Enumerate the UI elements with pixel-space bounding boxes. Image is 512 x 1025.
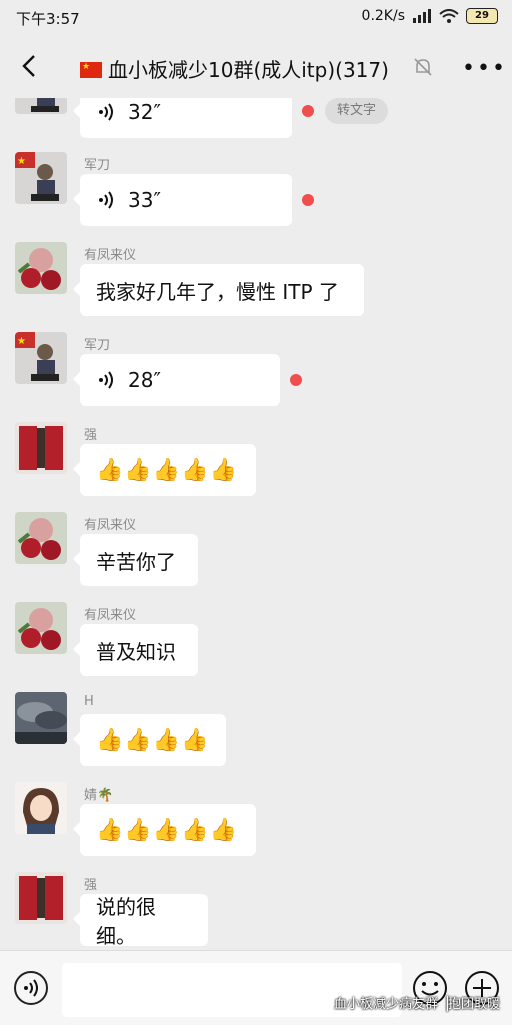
voice-duration: 33″ xyxy=(128,188,161,212)
signal-icon xyxy=(413,9,431,23)
soldier-avatar[interactable] xyxy=(15,98,67,114)
soldier-avatar[interactable]: ★ xyxy=(15,152,67,204)
sender-name: 有凤来仪 xyxy=(84,248,137,263)
status-indicators: 0.2K/s 29 xyxy=(362,8,498,24)
status-time: 下午3:57 xyxy=(16,10,80,28)
svg-text:★: ★ xyxy=(17,156,26,167)
message-text: 👍👍👍👍👍 xyxy=(96,457,238,483)
cloud-avatar[interactable] xyxy=(15,692,67,744)
text-message-bubble[interactable]: 👍👍👍👍👍 xyxy=(73,444,256,496)
status-bar: 下午3:57 0.2K/s 29 xyxy=(0,0,512,36)
svg-text:★: ★ xyxy=(17,336,26,347)
chat-header: 血小板减少10群(成人itp)(317) ••• xyxy=(0,36,512,98)
rose-avatar[interactable] xyxy=(15,242,67,294)
back-arrow-icon[interactable] xyxy=(16,51,46,81)
voice-duration: 28″ xyxy=(128,368,161,392)
message-text: 说的很细。 xyxy=(96,895,156,948)
china-flag-icon xyxy=(80,62,102,78)
text-message-bubble[interactable]: 我家好几年了，慢性 ITP 了 xyxy=(73,264,364,316)
network-speed: 0.2K/s xyxy=(361,8,405,24)
sender-name: 有凤来仪 xyxy=(84,608,137,623)
girl-avatar[interactable] xyxy=(15,782,67,834)
more-options-icon[interactable]: ••• xyxy=(462,56,507,81)
text-message-bubble[interactable]: 👍👍👍👍 xyxy=(73,714,226,766)
message-text: 我家好几年了，慢性 ITP 了 xyxy=(96,279,339,304)
sender-name: 婧🌴 xyxy=(84,788,114,803)
battery-icon: 29 xyxy=(466,8,498,24)
watermark: 血小板减少病友群▕抱团取暖 xyxy=(334,997,500,1012)
chat-title: 血小板减少10群(成人itp)(317) xyxy=(80,54,389,83)
sender-name: 军刀 xyxy=(84,338,111,353)
chat-title-text: 血小板减少10群(成人itp)(317) xyxy=(108,58,389,82)
red-door-avatar[interactable] xyxy=(15,422,67,474)
message-text: 辛苦你了 xyxy=(96,549,176,574)
unread-dot xyxy=(302,194,314,206)
message-text: 👍👍👍👍 xyxy=(96,727,210,753)
voice-wave-icon xyxy=(99,103,113,121)
rose-avatar[interactable] xyxy=(15,602,67,654)
wifi-icon xyxy=(439,9,459,23)
transcribe-button[interactable]: 转文字 xyxy=(325,98,389,124)
voice-message-bubble[interactable]: 33″ xyxy=(73,174,292,226)
message-list[interactable]: 32″ 转文字 ★ 军刀 33″ 有凤来仪 我家好几年了，慢性 ITP 了 ★ … xyxy=(0,98,512,950)
input-bar xyxy=(0,950,512,1025)
text-message-bubble[interactable]: 普及知识 xyxy=(73,624,198,676)
text-message-bubble[interactable]: 👍👍👍👍👍 xyxy=(73,804,256,856)
voice-input-button[interactable] xyxy=(14,971,48,1005)
sender-name: H xyxy=(84,694,94,709)
rose-avatar[interactable] xyxy=(15,512,67,564)
unread-dot xyxy=(290,374,302,386)
voice-duration: 32″ xyxy=(128,100,161,124)
sender-name: 有凤来仪 xyxy=(84,518,137,533)
message-text: 普及知识 xyxy=(96,639,176,664)
voice-message-bubble[interactable]: 32″ xyxy=(73,98,292,138)
voice-message-bubble[interactable]: 28″ xyxy=(73,354,280,406)
voice-icon xyxy=(24,979,38,997)
voice-wave-icon xyxy=(99,191,113,209)
muted-bell-icon xyxy=(414,58,432,76)
sender-name: 强 xyxy=(84,428,98,443)
text-message-bubble[interactable]: 辛苦你了 xyxy=(73,534,198,586)
red-door-avatar[interactable] xyxy=(15,872,67,924)
voice-wave-icon xyxy=(99,371,113,389)
unread-dot xyxy=(302,105,314,117)
soldier-avatar[interactable]: ★ xyxy=(15,332,67,384)
text-message-bubble[interactable]: 说的很细。 xyxy=(73,894,208,948)
sender-name: 军刀 xyxy=(84,158,111,173)
message-text: 👍👍👍👍👍 xyxy=(96,817,238,843)
